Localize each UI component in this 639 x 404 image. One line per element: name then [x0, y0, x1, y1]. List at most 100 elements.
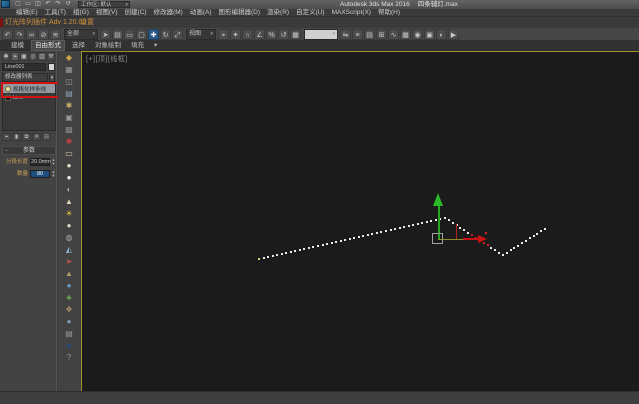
command-panel-tab[interactable]: ✱ — [2, 52, 10, 61]
seg-length-input[interactable]: 20.0mm — [30, 158, 51, 166]
spline-vertex-dot[interactable] — [421, 222, 424, 224]
side-tool-icon[interactable]: ✱ — [63, 136, 76, 148]
spline-vertex-dot[interactable] — [524, 239, 527, 242]
spline-vertex-dot[interactable] — [532, 235, 535, 238]
command-panel-tab[interactable]: ⌁ — [11, 52, 19, 61]
side-tool-icon[interactable]: ◫ — [63, 76, 76, 88]
count-input[interactable]: 80 — [30, 170, 50, 178]
ribbon-tab[interactable]: ▾ — [151, 41, 160, 50]
spline-vertex-dot[interactable] — [357, 236, 360, 238]
spline-vertex-dot[interactable] — [394, 228, 397, 230]
toolbar-icon[interactable]: ▤ — [112, 28, 123, 40]
spline-vertex-dot[interactable] — [294, 250, 297, 252]
side-tool-icon[interactable]: ▤ — [63, 88, 76, 100]
toolbar-icon[interactable]: ▣ — [424, 28, 435, 40]
spline-vertex-dot[interactable] — [447, 219, 450, 222]
menu-item[interactable]: 渲染(R) — [267, 9, 289, 17]
quick-access-icon[interactable]: ▢ — [14, 1, 22, 8]
side-tool-icon[interactable]: ❖ — [63, 304, 76, 316]
command-panel-tab[interactable]: ▥ — [38, 52, 46, 61]
side-tool-icon[interactable]: ▦ — [63, 64, 76, 76]
spline-vertex-dot[interactable] — [353, 237, 356, 239]
spline-vertex-dot[interactable] — [276, 254, 279, 256]
spline-vertex-dot[interactable] — [407, 225, 410, 227]
ribbon-tab[interactable]: 建模 — [8, 41, 27, 50]
toolbar-icon[interactable]: ▤ — [364, 28, 375, 40]
side-tool-icon[interactable]: ▭ — [63, 148, 76, 160]
toolbar-icon[interactable]: ⊘ — [38, 28, 49, 40]
gizmo-center-box[interactable] — [432, 233, 443, 244]
side-tool-icon[interactable]: ● — [63, 220, 76, 232]
toolbar-icon[interactable]: ✚ — [148, 28, 159, 40]
toolbar-icon[interactable]: ≋ — [50, 28, 61, 40]
seg-length-spinner[interactable]: ▲ ▼ — [51, 158, 56, 166]
quick-access-icon[interactable]: ◫ — [34, 1, 42, 8]
spline-vertex-dot[interactable] — [280, 253, 283, 255]
plugin-settings-button[interactable]: 设置 — [80, 19, 94, 27]
spline-vertex-dot[interactable] — [403, 226, 406, 228]
spline-vertex-dot[interactable] — [494, 249, 497, 252]
spline-vertex-dot[interactable] — [330, 242, 333, 244]
spline-vertex-dot[interactable] — [459, 226, 462, 229]
side-tool-icon[interactable]: ▣ — [63, 112, 76, 124]
ribbon-tab[interactable]: 填充 — [128, 41, 147, 50]
toolbar-icon[interactable]: ◐ — [436, 28, 447, 40]
spline-vertex-dot[interactable] — [267, 256, 270, 258]
spline-vertex-dot[interactable] — [385, 230, 388, 232]
spline-vertex-dot[interactable] — [366, 234, 369, 236]
gizmo-plane-handle[interactable] — [456, 224, 457, 239]
toolbar-icon[interactable]: ▭ — [124, 28, 135, 40]
menu-item[interactable]: 修改器(M) — [154, 9, 183, 17]
spline-vertex-dot[interactable] — [521, 242, 524, 245]
menu-item[interactable]: 工具(T) — [45, 9, 66, 17]
spline-vertex-dot[interactable] — [505, 251, 508, 254]
spline-vertex-dot[interactable] — [444, 217, 446, 219]
toolbar-icon[interactable]: ∿ — [388, 28, 399, 40]
spline-vertex-dot[interactable] — [544, 228, 546, 230]
spline-vertex-dot[interactable] — [430, 220, 433, 222]
viewport[interactable]: [+][顶][线框] — [81, 51, 639, 391]
side-tool-icon[interactable]: ◍ — [63, 232, 76, 244]
toolbar-icon[interactable]: ⌖ — [218, 28, 229, 40]
command-panel-tab[interactable]: ◎ — [29, 52, 37, 61]
spline-vertex-dot[interactable] — [517, 244, 520, 247]
side-tool-icon[interactable]: ● — [63, 172, 76, 184]
toolbar-icon[interactable]: ∞ — [26, 28, 37, 40]
quick-access-icon[interactable]: ↷ — [54, 1, 62, 8]
ribbon-tab[interactable]: 对象绘制 — [92, 41, 124, 50]
ribbon-tab[interactable]: 选择 — [69, 41, 88, 50]
spline-vertex-dot[interactable] — [371, 233, 374, 235]
side-tool-icon[interactable]: ➤ — [63, 256, 76, 268]
spline-vertex-dot[interactable] — [490, 246, 493, 249]
viewport-label[interactable]: [+][顶][线框] — [86, 54, 128, 64]
spline-vertex-dot[interactable] — [303, 248, 306, 250]
spline-vertex-dot[interactable] — [536, 232, 539, 235]
count-spinner[interactable]: ▲ ▼ — [51, 170, 56, 178]
ribbon-tab[interactable]: 自由形式 — [31, 40, 65, 51]
quick-access-icon[interactable]: ▭ — [24, 1, 32, 8]
spline-vertex-dot[interactable] — [285, 252, 288, 254]
workspace-dropdown[interactable]: 工作区: 默认 ▾ — [78, 1, 130, 8]
gizmo-x-axis-red-line[interactable] — [463, 238, 478, 240]
spline-vertex-dot[interactable] — [262, 257, 265, 259]
spline-vertex-dot[interactable] — [463, 229, 466, 232]
spline-vertex-dot[interactable] — [258, 258, 260, 260]
spline-vertex-dot[interactable] — [389, 229, 392, 231]
toolbar-icon-dropdown[interactable]: 全部 ▾ — [64, 28, 98, 40]
menu-item[interactable]: 动画(A) — [190, 9, 212, 17]
spline-vertex-dot[interactable] — [425, 221, 428, 223]
side-tool-icon[interactable]: ? — [63, 352, 76, 364]
chevron-down-icon[interactable]: ▾ — [49, 73, 55, 82]
toolbar-icon-dropdown[interactable]: 视图 ▾ — [186, 28, 216, 40]
menu-item[interactable]: 自定义(U) — [296, 9, 325, 17]
menu-item[interactable]: MAXScript(X) — [332, 9, 371, 17]
spline-vertex-dot[interactable] — [271, 255, 274, 257]
toolbar-icon[interactable]: ↶ — [2, 28, 13, 40]
spline-vertex-dot[interactable] — [298, 249, 301, 251]
menu-item[interactable]: 图形编辑器(D) — [219, 9, 261, 17]
toolbar-icon[interactable]: ↻ — [160, 28, 171, 40]
spline-vertex-dot[interactable] — [307, 247, 310, 249]
spline-vertex-dot[interactable] — [528, 237, 531, 240]
spline-vertex-dot[interactable] — [498, 251, 501, 254]
parameters-rollout-header[interactable]: − 参数 — [2, 146, 56, 155]
